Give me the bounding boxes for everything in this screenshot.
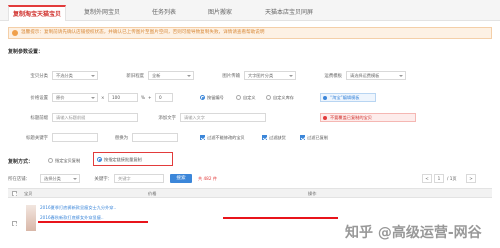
price-option-label-3: 自定义库存: [273, 95, 294, 100]
settings-title: 复制参数设置：: [8, 49, 44, 55]
replace-with-input[interactable]: [132, 133, 178, 142]
product-title-line-1[interactable]: 2016夏季打底裤新款显瘦女士九分外穿..: [40, 205, 116, 211]
copy-mode-link-label: 按指定链接批量复制: [104, 157, 142, 162]
copy-mode-label: 复制方式：: [8, 159, 34, 165]
result-count: 共 482 件: [198, 176, 218, 181]
category-select[interactable]: 不选分类: [52, 71, 98, 80]
copy-mode-radio-specific[interactable]: [48, 158, 53, 163]
replace-input[interactable]: [52, 133, 98, 142]
price-option-label-1: 按留编号: [207, 95, 224, 100]
notice-banner: 温馨提示：复制前请先确认店铺授权状态，并确认已上传图片至图片空间，否则可能导致复…: [8, 27, 492, 39]
price-option-label-2: 自定义: [243, 95, 256, 100]
filter-copied-checkbox[interactable]: [300, 135, 305, 140]
copy-mode-radio-link[interactable]: [97, 157, 102, 162]
price-mode-select[interactable]: 原价: [52, 93, 98, 102]
price-label: 价格设置: [30, 96, 48, 101]
filter-noedit-label: 过滤不能修改的宝贝: [207, 135, 245, 140]
shop-label: 所在店铺：: [8, 177, 30, 182]
image-mode-label: 图片传输: [222, 74, 240, 79]
price-option-radio-1[interactable]: [200, 95, 205, 100]
table-header: 宝贝 价格 操作: [8, 188, 492, 198]
tab-image-move[interactable]: 图片搬家: [196, 5, 244, 21]
warning-icon: [12, 30, 18, 36]
filter-stock-checkbox[interactable]: [262, 135, 267, 140]
tab-copy-foreign[interactable]: 复制外网宝贝: [74, 5, 130, 21]
condition-select[interactable]: 全新: [148, 71, 194, 80]
tab-bar: 复制淘宝天猫宝贝 复制外网宝贝 任务列表 图片搬家 天猫本店宝贝同屏: [0, 0, 500, 21]
price-option-radio-3[interactable]: [266, 95, 271, 100]
price-value-input[interactable]: 100: [108, 93, 138, 102]
table-header-item: 宝贝: [24, 191, 33, 196]
replace-with-label: 替换为: [114, 136, 128, 141]
shop-select[interactable]: 选择分类: [40, 174, 80, 183]
info-icon: [323, 95, 327, 100]
plus-sign: +: [148, 95, 152, 100]
freight-label: 运费模板: [324, 74, 342, 79]
filter-copied-label: 过滤已复制: [307, 135, 328, 140]
replace-label: 标题关键字: [26, 136, 48, 141]
percent-sign: %: [141, 95, 145, 100]
select-all-checkbox[interactable]: [12, 191, 17, 196]
alert-icon: [323, 115, 327, 120]
product-thumbnail: [26, 205, 36, 231]
overwrite-tip: 不要覆盖已复制的宝贝: [320, 113, 416, 122]
category-label: 宝贝分类: [30, 74, 48, 79]
image-mode-select[interactable]: 大字图片分类: [244, 71, 296, 80]
title-prefix-input[interactable]: 请输入标题前缀: [52, 113, 138, 122]
notice-text: 温馨提示：复制前请先确认店铺授权状态，并确认已上传图片至图片空间，否则可能导致复…: [21, 30, 265, 35]
template-tip: “淘宝”编辑模板: [320, 93, 376, 102]
row-checkbox[interactable]: [12, 221, 17, 226]
filter-stock-label: 过滤缺货: [269, 135, 286, 140]
page-total: / 1页: [447, 176, 457, 181]
search-button[interactable]: 搜索: [170, 174, 192, 183]
page-prev-button[interactable]: <: [422, 174, 432, 183]
red-underline-left: [38, 221, 148, 223]
copy-mode-specific-label: 指定宝贝复制: [55, 158, 81, 163]
keyword-label: 关键字：: [94, 177, 112, 182]
overwrite-tip-text: 不要覆盖已复制的宝贝: [330, 115, 372, 120]
tab-tmall-sync[interactable]: 天猫本店宝贝同屏: [254, 5, 324, 21]
price-plus-input[interactable]: 0: [155, 93, 173, 102]
table-header-price: 价格: [148, 191, 157, 196]
watermark: 知乎 @高级运营-网谷: [345, 225, 482, 241]
condition-label: 新旧程度: [126, 74, 144, 79]
red-underline-right: [223, 217, 338, 219]
page-next-button[interactable]: >: [466, 174, 476, 183]
price-multiply-sign: ×: [101, 95, 105, 100]
tab-copy-taobao[interactable]: 复制淘宝天猫宝贝: [8, 5, 66, 21]
price-option-radio-2[interactable]: [236, 95, 241, 100]
title-prefix-label: 标题前缀: [30, 116, 48, 121]
add-text-label: 添加文字: [158, 116, 176, 121]
tab-task-list[interactable]: 任务列表: [140, 5, 188, 21]
add-text-input[interactable]: 请输入文字: [180, 113, 266, 122]
table-header-action: 操作: [308, 191, 317, 196]
page-number-input[interactable]: 1: [434, 174, 444, 183]
freight-select[interactable]: 请选择运费模板: [346, 71, 406, 80]
keyword-input[interactable]: 关键字: [114, 174, 164, 183]
template-tip-text: “淘宝”编辑模板: [330, 95, 360, 100]
filter-noedit-checkbox[interactable]: [200, 135, 205, 140]
